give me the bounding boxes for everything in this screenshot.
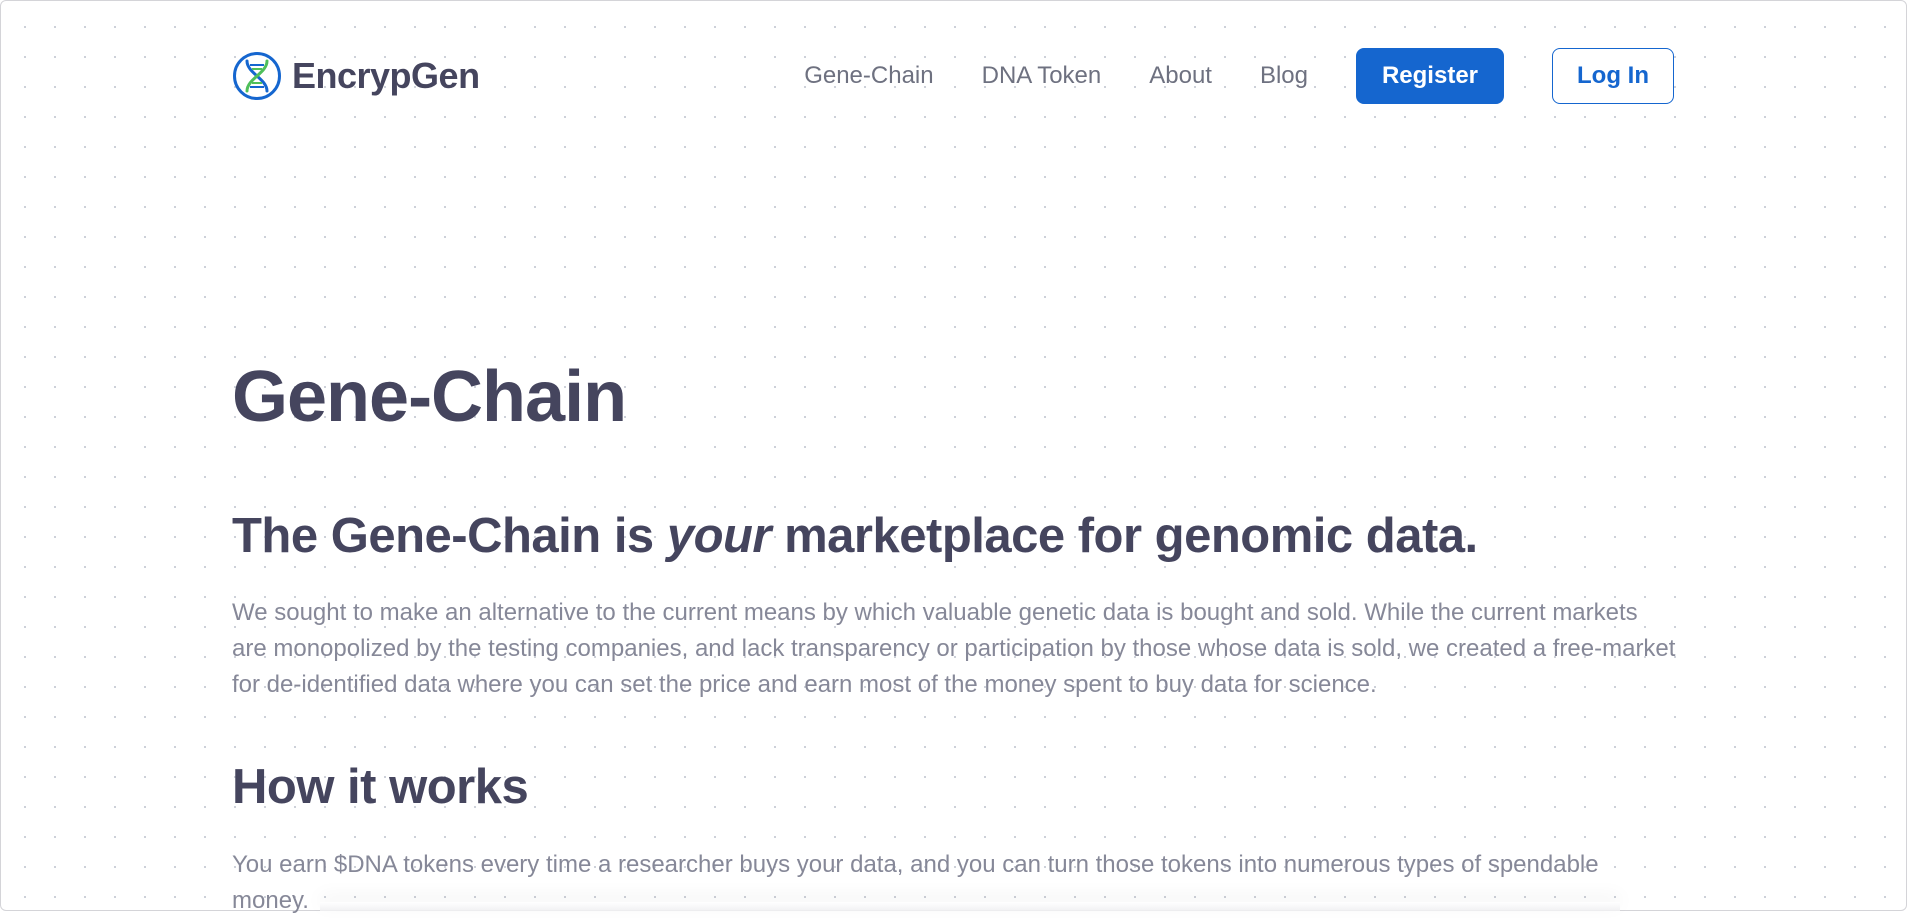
how-it-works-heading: How it works (232, 760, 529, 814)
nav-link-about[interactable]: About (1149, 62, 1212, 90)
main-nav: Gene-Chain DNA Token About Blog Register… (804, 48, 1674, 104)
tagline-prefix: The Gene-Chain is (232, 509, 667, 563)
login-button[interactable]: Log In (1552, 48, 1674, 104)
nav-link-blog[interactable]: Blog (1260, 62, 1308, 90)
register-button[interactable]: Register (1356, 48, 1504, 104)
dna-helix-icon (233, 52, 281, 100)
intro-paragraph: We sought to make an alternative to the … (232, 599, 1676, 698)
nav-link-gene-chain[interactable]: Gene-Chain (804, 62, 933, 90)
popup-edge-shadow (320, 902, 1620, 911)
nav-link-dna-token[interactable]: DNA Token (982, 62, 1102, 90)
tagline-suffix: marketplace for genomic data. (771, 509, 1478, 563)
logo-link[interactable]: EncrypGen (232, 51, 480, 101)
tagline-heading: The Gene-Chain is your marketplace for g… (232, 508, 1478, 564)
page-title: Gene-Chain (232, 357, 627, 437)
brand-name: EncrypGen (292, 55, 480, 96)
site-header: EncrypGen Gene-Chain DNA Token About Blo… (232, 48, 1674, 104)
tagline-emphasis: your (666, 509, 772, 563)
